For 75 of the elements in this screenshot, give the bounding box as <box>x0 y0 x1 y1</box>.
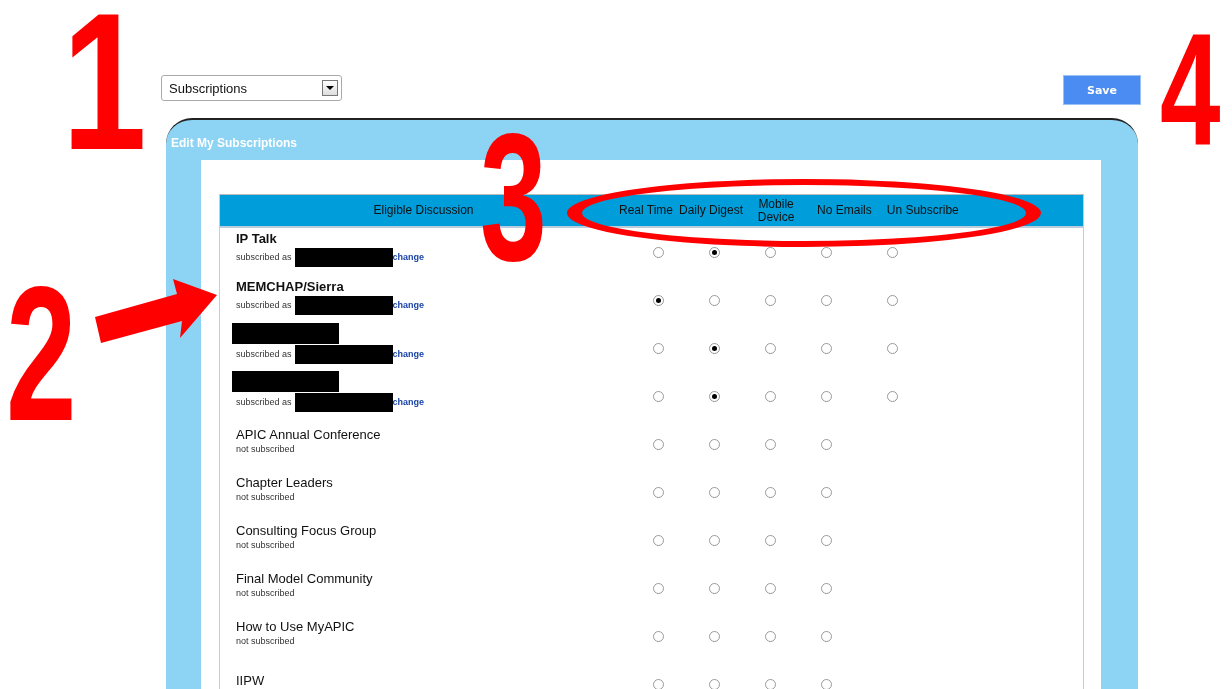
change-link[interactable]: change <box>392 348 425 360</box>
radio-button[interactable] <box>653 582 664 594</box>
annotation-number: 2 <box>6 258 77 450</box>
radio-button[interactable] <box>653 486 664 498</box>
radio-button[interactable] <box>821 390 832 402</box>
discussion-name: IIPW <box>236 672 266 689</box>
radio-button[interactable] <box>709 582 720 594</box>
radio-button[interactable] <box>653 534 664 546</box>
radio-button[interactable] <box>821 438 832 450</box>
radio-button[interactable] <box>653 294 664 306</box>
discussion-name: APIC Annual Conference <box>236 427 382 443</box>
discussion-name: How to Use MyAPIC <box>236 619 356 635</box>
discussion-name: IP Talk <box>236 231 278 247</box>
radio-button[interactable] <box>821 294 832 306</box>
radio-button[interactable] <box>821 582 832 594</box>
panel-title: Edit My Subscriptions <box>171 135 298 152</box>
radio-button[interactable] <box>765 582 776 594</box>
radio-button[interactable] <box>887 246 898 258</box>
radio-button[interactable] <box>653 438 664 450</box>
radio-button[interactable] <box>887 294 898 306</box>
radio-button[interactable] <box>765 486 776 498</box>
radio-button[interactable] <box>765 342 776 354</box>
subscription-status: subscribed as <box>236 252 292 263</box>
radio-button[interactable] <box>821 630 832 642</box>
discussion-name: Chapter Leaders <box>236 475 334 491</box>
radio-button[interactable] <box>821 486 832 498</box>
radio-button[interactable] <box>821 678 832 689</box>
radio-button[interactable] <box>709 678 720 689</box>
subscription-status: not subscribed <box>236 588 295 599</box>
annotation-number: 4 <box>1160 9 1221 169</box>
radio-button[interactable] <box>887 390 898 402</box>
column-header: Mobile Device <box>756 197 796 224</box>
radio-button[interactable] <box>653 678 664 689</box>
column-header: Daily Digest <box>679 204 744 217</box>
radio-button[interactable] <box>709 246 720 258</box>
radio-button[interactable] <box>765 678 776 689</box>
change-link[interactable]: change <box>392 252 425 263</box>
radio-button[interactable] <box>709 342 720 354</box>
discussion-name: MEMCHAP/Sierra <box>236 279 345 295</box>
radio-button[interactable] <box>653 390 664 402</box>
discussion-name: Final Model Community <box>236 571 374 587</box>
column-header: Eligible Discussion <box>372 204 475 217</box>
dropdown-caret-icon[interactable] <box>322 80 338 96</box>
subscription-status: subscribed as <box>236 300 292 311</box>
annotation-number: 1 <box>62 0 147 179</box>
radio-button[interactable] <box>709 630 720 642</box>
radio-button[interactable] <box>765 438 776 450</box>
radio-button[interactable] <box>765 534 776 546</box>
subscription-status: subscribed as <box>236 348 292 360</box>
radio-button[interactable] <box>765 390 776 402</box>
radio-button[interactable] <box>887 342 898 354</box>
column-header: No Emails <box>817 204 872 217</box>
radio-button[interactable] <box>653 342 664 354</box>
radio-button[interactable] <box>821 342 832 354</box>
radio-button[interactable] <box>709 534 720 546</box>
change-link[interactable]: change <box>392 300 425 311</box>
radio-button[interactable] <box>653 630 664 642</box>
radio-button[interactable] <box>653 246 664 258</box>
discussion-name: Consulting Focus Group <box>236 523 378 539</box>
radio-button[interactable] <box>709 390 720 402</box>
view-dropdown[interactable]: Subscriptions <box>161 75 342 101</box>
subscription-status: not subscribed <box>236 444 295 455</box>
radio-button[interactable] <box>709 438 720 450</box>
subscription-status: subscribed as <box>236 396 292 408</box>
column-header: Real Time <box>619 204 674 217</box>
radio-button[interactable] <box>709 294 720 306</box>
subscription-status: not subscribed <box>236 636 295 647</box>
change-link[interactable]: change <box>392 396 425 408</box>
radio-button[interactable] <box>765 630 776 642</box>
radio-button[interactable] <box>709 486 720 498</box>
subscription-status: not subscribed <box>236 492 295 503</box>
subscription-status: not subscribed <box>236 540 295 551</box>
radio-button[interactable] <box>821 534 832 546</box>
column-header: Un Subscribe <box>886 204 959 217</box>
radio-button[interactable] <box>765 294 776 306</box>
